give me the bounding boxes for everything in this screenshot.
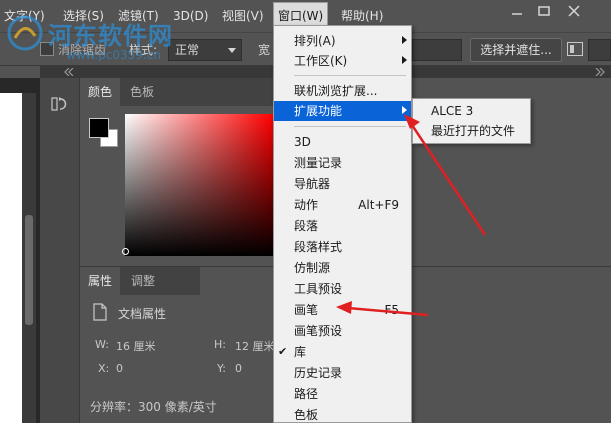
- annotation-arrowhead: [336, 301, 352, 314]
- annotation-arrowhead: [404, 114, 420, 129]
- watermark: 河东软件网 www.pc0359.cn: [6, 10, 236, 70]
- annotation-arrow-brush: [347, 306, 429, 317]
- watermark-title: 河东软件网: [48, 22, 173, 50]
- watermark-url: www.pc0359.cn: [66, 48, 161, 62]
- annotation-arrow-extensions: [410, 124, 487, 236]
- watermark-logo: [7, 15, 43, 51]
